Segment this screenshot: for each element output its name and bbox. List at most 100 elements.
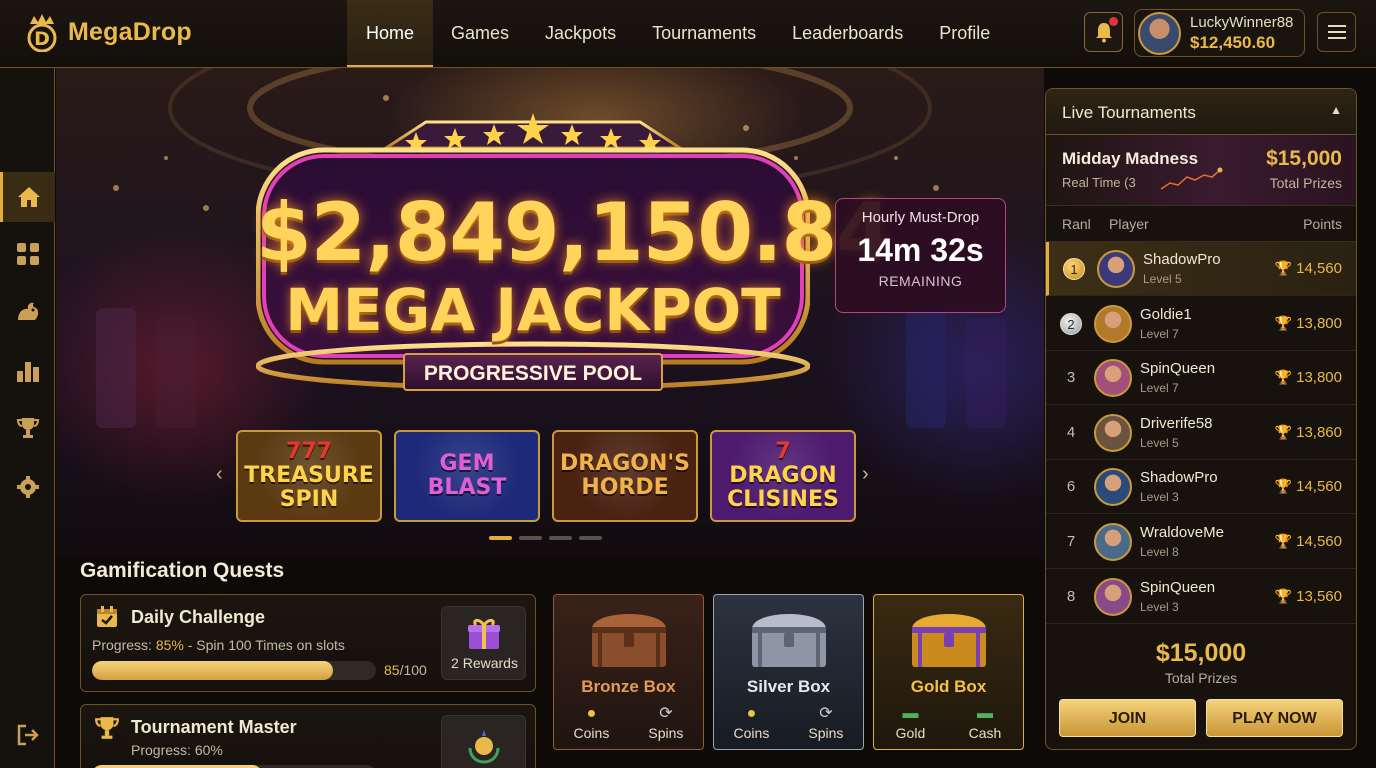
- nav-tournaments[interactable]: Tournaments: [634, 0, 774, 67]
- chest-option[interactable]: ● Coins: [574, 703, 610, 741]
- chest-bronze-box[interactable]: Bronze Box ● Coins ⟳ Spins: [553, 594, 704, 750]
- chest-option[interactable]: ⟳ Spins: [648, 703, 683, 741]
- player-points: 🏆 13,800: [1275, 315, 1342, 332]
- hourly-must-drop-card: Hourly Must-Drop 14m 32s REMAINING: [835, 198, 1006, 313]
- notification-badge: [1109, 17, 1118, 26]
- join-button[interactable]: JOIN: [1059, 699, 1196, 737]
- nav-jackpots[interactable]: Jackpots: [527, 0, 634, 67]
- carousel-dot[interactable]: [489, 536, 512, 540]
- carousel-prev-arrow[interactable]: ‹: [216, 463, 223, 486]
- play-now-button[interactable]: PLAY NOW: [1206, 699, 1343, 737]
- chest-option[interactable]: ▬ Gold: [896, 703, 926, 741]
- panel-header[interactable]: Live Tournaments ▲: [1046, 89, 1356, 135]
- sidebar-item-jackpots[interactable]: [0, 287, 55, 337]
- player-avatar: [1094, 468, 1132, 507]
- collapse-caret-icon[interactable]: ▲: [1330, 103, 1342, 117]
- brand-logo[interactable]: D MegaDrop: [24, 12, 192, 52]
- sidebar-item-home[interactable]: [0, 172, 55, 222]
- chest-option[interactable]: ● Coins: [734, 703, 770, 741]
- chest-option[interactable]: ▬ Cash: [969, 703, 1002, 741]
- sidebar-item-leaderboards[interactable]: [0, 346, 55, 396]
- refresh-icon: ⟳: [659, 705, 673, 722]
- tournament-subtitle: Real Time (3: [1062, 175, 1136, 190]
- user-account-button[interactable]: LuckyWinner88 $12,450.60: [1134, 9, 1305, 57]
- points-value: 13,800: [1296, 314, 1342, 332]
- leaderboard-row[interactable]: 8 SpinQueen Level 3 🏆 13,560: [1046, 570, 1356, 624]
- points-value: 13,800: [1296, 369, 1342, 387]
- leaderboard-row[interactable]: 7 WraldoveMe Level 8 🏆 14,560: [1046, 515, 1356, 569]
- points-value: 14,560: [1296, 533, 1342, 550]
- game-card[interactable]: 777 TREASURE SPIN: [236, 430, 382, 522]
- nav-games[interactable]: Games: [433, 0, 527, 67]
- player-avatar: [1094, 359, 1132, 398]
- chest-silver-box[interactable]: Silver Box ● Coins ⟳ Spins: [713, 594, 864, 750]
- nav-profile[interactable]: Profile: [921, 0, 1008, 67]
- leaderboard-row[interactable]: 2 Goldie1 Level 7 🏆 13,800: [1046, 297, 1356, 351]
- treasure-chest-icon: [592, 614, 666, 667]
- player-avatar: [1094, 523, 1132, 561]
- trophy-icon: 🏆: [1274, 260, 1293, 276]
- leaderboard-row[interactable]: 1 ShadowPro Level 5 🏆 14,560: [1046, 242, 1356, 296]
- game-card[interactable]: GEM BLAST: [394, 430, 540, 522]
- quest-reward-box[interactable]: [441, 715, 526, 768]
- chest-gold-box[interactable]: Gold Box ▬ Gold ▬ Cash: [873, 594, 1024, 750]
- quest-card-tournament-master[interactable]: Tournament Master Progress: 60%: [80, 704, 536, 768]
- chest-name: Gold Box: [910, 677, 987, 696]
- trophy-icon: 🏆: [1274, 533, 1293, 549]
- notifications-button[interactable]: [1084, 12, 1123, 52]
- brand-name: MegaDrop: [68, 17, 192, 46]
- game-card[interactable]: DRAGON'S HORDE: [552, 430, 698, 522]
- sidebar-item-settings[interactable]: [0, 462, 55, 512]
- leaderboard-row[interactable]: 6 ShadowPro Level 3 🏆 14,560: [1046, 460, 1356, 515]
- logo-letter: D: [34, 28, 50, 50]
- jackpot-amount: $2,849,150.84: [256, 186, 892, 279]
- treasure-chest-icon: [912, 614, 986, 667]
- chest-option[interactable]: ⟳ Spins: [808, 703, 843, 741]
- player-name: WraldoveMe: [1140, 524, 1224, 541]
- trophy-icon: 🏆: [1274, 478, 1293, 495]
- quest-reward-box[interactable]: 2 Rewards: [441, 606, 526, 680]
- top-bar: D MegaDrop Home Games Jackpots Tournaments L…: [0, 0, 1376, 68]
- nav-home[interactable]: Home: [347, 0, 434, 67]
- game-title-line: HORDE: [581, 475, 669, 500]
- rank-number: 8: [1066, 587, 1076, 605]
- game-carousel: 777 TREASURE SPIN GEM BLAST DRAGON'S HORDE 7 DRA…: [236, 430, 856, 522]
- game-card[interactable]: 7 DRAGON CLISINES: [710, 430, 856, 522]
- carousel-dot[interactable]: [579, 536, 602, 540]
- game-title-line: TREASURE: [244, 463, 374, 488]
- game-title: 777 TREASURE SPIN: [244, 440, 374, 512]
- points-value: 14,560: [1296, 478, 1342, 496]
- trophy-icon: [16, 418, 39, 438]
- trophy-icon: [95, 717, 119, 739]
- player-name: Driverife58: [1140, 414, 1213, 432]
- must-drop-label: Hourly Must-Drop: [861, 209, 980, 226]
- leaderboard-row[interactable]: 4 Driverife58 Level 5 🏆 13,860: [1046, 406, 1356, 460]
- cash-icon: ▬: [976, 705, 993, 722]
- carousel-next-arrow[interactable]: ›: [862, 463, 869, 486]
- carousel-dot[interactable]: [519, 536, 542, 540]
- player-avatar: [1094, 304, 1132, 343]
- player-level: Level 7: [1140, 381, 1179, 396]
- game-title-line: BLAST: [427, 475, 507, 500]
- game-title-line: CLISINES: [727, 487, 839, 512]
- dragon-icon: [17, 302, 38, 320]
- sidebar-item-games[interactable]: [0, 229, 55, 279]
- quest-reward-label: 2 Rewards: [451, 655, 518, 671]
- nav-leaderboards[interactable]: Leaderboards: [774, 0, 921, 67]
- sidebar-item-logout[interactable]: [0, 710, 55, 760]
- carousel-dot[interactable]: [549, 536, 572, 540]
- refresh-icon: ⟳: [819, 705, 833, 722]
- home-icon: [18, 187, 40, 207]
- tournament-name: Midday Madness: [1062, 149, 1199, 168]
- quest-card-daily-challenge[interactable]: Daily Challenge Progress: 85% - Spin 100…: [80, 594, 536, 692]
- player-points: 🏆 14,560: [1275, 478, 1342, 495]
- total-prize-label: Total Prizes: [1164, 670, 1238, 686]
- sidebar-item-tournaments[interactable]: [0, 403, 55, 453]
- treasure-chest-icon: [752, 614, 826, 667]
- leaderboard-row[interactable]: 3 SpinQueen Level 7 🏆 13,800: [1046, 351, 1356, 406]
- must-drop-timer: 14m 32s: [857, 232, 984, 268]
- quests-heading: Gamification Quests: [80, 559, 285, 582]
- panel-total: $15,000 Total Prizes: [1046, 639, 1356, 686]
- menu-button[interactable]: [1317, 12, 1356, 52]
- player-avatar: [1097, 250, 1135, 288]
